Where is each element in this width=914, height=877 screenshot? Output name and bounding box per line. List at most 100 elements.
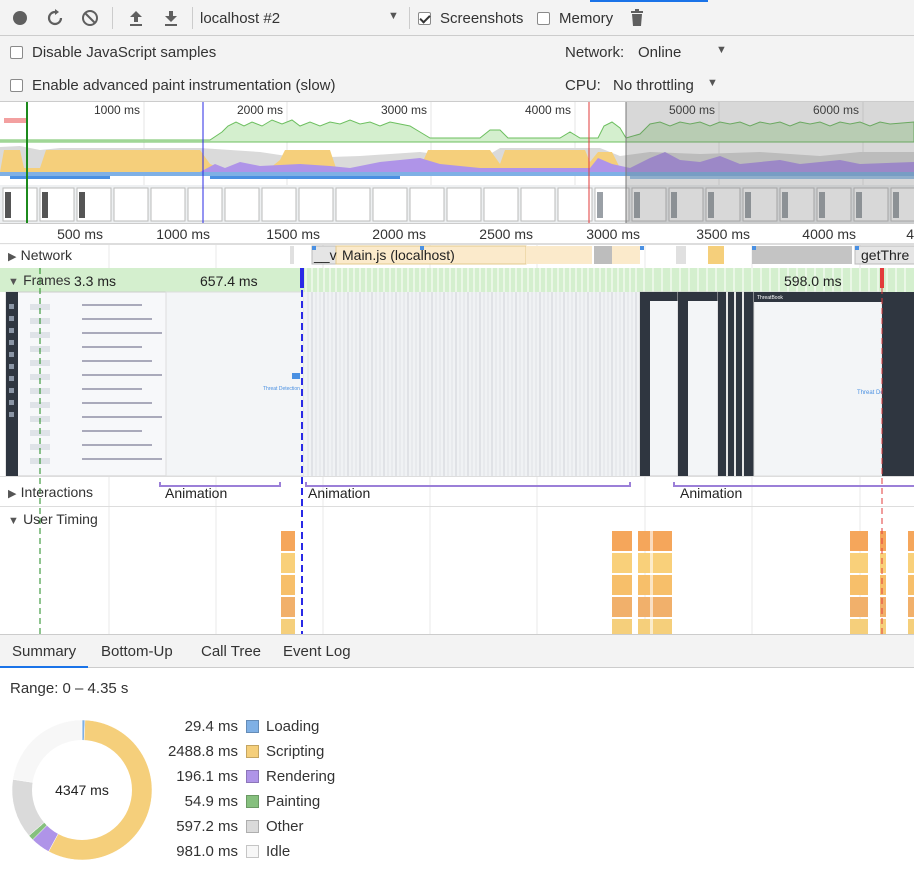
overview-tick: 3000 ms <box>381 103 427 117</box>
tab-event-log[interactable]: Event Log <box>283 643 351 660</box>
network-throttle-value: Online <box>638 44 682 61</box>
screenshots-checkbox[interactable] <box>418 12 431 25</box>
chevron-down-icon: ▼ <box>716 44 727 56</box>
tab-summary-label: Summary <box>12 643 77 660</box>
legend-swatch <box>246 770 259 783</box>
user-timing-entry <box>612 531 632 551</box>
frames-track-label: Frames <box>23 272 71 288</box>
target-select[interactable]: localhost #2 ▼ <box>200 10 400 27</box>
ruler-tick: 500 ms <box>57 226 103 242</box>
legend-swatch <box>246 820 259 833</box>
disable-js-samples-checkbox[interactable] <box>10 46 23 59</box>
network-request-label: getThre <box>861 247 909 263</box>
frames-screenshots: Threat Detection ThreatBook Threat De <box>0 291 914 477</box>
overview-tick: 4000 ms <box>525 103 571 117</box>
timeline-overview[interactable]: 1000 ms 2000 ms 3000 ms 4000 ms 5000 ms … <box>0 102 914 224</box>
toolbar-separator <box>192 7 193 29</box>
user-timing-entry <box>281 597 295 617</box>
legend-value: 29.4 ms <box>184 718 238 735</box>
user-timing-entry <box>638 553 672 573</box>
legend-swatch <box>246 845 259 858</box>
ruler-tick: 3500 ms <box>696 226 750 242</box>
chevron-down-icon: ▼ <box>388 10 399 22</box>
summary-range: Range: 0 – 4.35 s <box>10 680 129 697</box>
interaction-label: Animation <box>308 485 370 501</box>
reload-icon <box>47 9 63 26</box>
filmstrip-thumbnail <box>298 187 334 222</box>
record-icon <box>13 11 27 25</box>
tab-call-tree[interactable]: Call Tree <box>201 643 261 660</box>
user-timing-entry <box>880 619 886 634</box>
summary-total: 4347 ms <box>55 782 109 798</box>
flame-chart-tracks[interactable]: __v Main.js (localhost) getThre 3.3 ms 6… <box>0 244 914 634</box>
timeline-ruler: 500 ms 1000 ms 1500 ms 2000 ms 2500 ms 3… <box>0 224 914 244</box>
screenshot-caption: Threat Detection <box>263 386 300 392</box>
interactions-track-label: Interactions <box>20 484 94 500</box>
garbage-collect-button[interactable] <box>627 8 647 28</box>
toolbar-separator <box>409 7 410 29</box>
record-button[interactable] <box>10 8 30 28</box>
frame-duration-label: 598.0 ms <box>784 273 842 289</box>
filmstrip-thumbnail <box>446 187 482 222</box>
user-timing-entry <box>281 575 295 595</box>
details-tab-bar: Summary Bottom-Up Call Tree Event Log <box>0 634 914 668</box>
overview-tick: 1000 ms <box>94 103 140 117</box>
legend-label: Other <box>266 818 304 835</box>
legend-label: Rendering <box>266 768 336 785</box>
load-profile-button[interactable] <box>126 8 146 28</box>
legend-value: 2488.8 ms <box>167 743 238 760</box>
legend-swatch <box>246 745 259 758</box>
chevron-down-icon: ▼ <box>8 515 19 527</box>
legend-value: 981.0 ms <box>176 843 238 860</box>
filmstrip-thumbnail <box>520 187 556 222</box>
capture-settings-pane: Disable JavaScript samples Enable advanc… <box>0 36 914 102</box>
network-throttle-label: Network: <box>565 44 625 61</box>
enable-paint-checkbox[interactable] <box>10 79 23 92</box>
trash-icon <box>631 9 643 26</box>
tab-call-tree-label: Call Tree <box>201 643 262 660</box>
ruler-tick: 1000 ms <box>156 226 210 242</box>
legend-label: Loading <box>266 718 320 735</box>
interaction-label: Animation <box>680 485 742 501</box>
clear-button[interactable] <box>80 8 100 28</box>
filmstrip-thumbnail <box>483 187 519 222</box>
user-timing-entry <box>281 619 295 634</box>
toolbar-separator <box>112 7 113 29</box>
tab-summary[interactable]: Summary <box>12 643 76 660</box>
ruler-tick: 1500 ms <box>266 226 320 242</box>
user-timing-entry <box>880 575 886 595</box>
user-timing-entry <box>850 575 868 595</box>
reload-record-button[interactable] <box>45 8 65 28</box>
network-track-header[interactable]: ▶ Network <box>0 244 80 266</box>
screenshot-app-badge: ThreatBook <box>757 295 783 301</box>
upload-icon <box>130 11 142 26</box>
download-icon <box>165 11 177 26</box>
user-timing-entry <box>638 575 672 595</box>
legend-swatch <box>246 720 259 733</box>
target-select-value: localhost #2 <box>200 10 281 27</box>
filmstrip-thumbnail <box>335 187 371 222</box>
frame-duration-label: 3.3 ms <box>74 273 116 289</box>
user-timing-track-header[interactable]: ▼ User Timing <box>0 511 98 531</box>
frames-track-header[interactable]: ▼ Frames <box>0 270 72 290</box>
tab-bottom-up-label: Bottom-Up <box>101 643 173 660</box>
save-profile-button[interactable] <box>161 8 181 28</box>
network-track-label: Network <box>20 247 72 263</box>
ruler-tick: 4000 ms <box>802 226 856 242</box>
tab-bottom-up[interactable]: Bottom-Up <box>101 643 173 660</box>
filmstrip-thumbnail <box>557 187 593 222</box>
legend-label: Painting <box>266 793 321 810</box>
user-timing-entry <box>612 575 632 595</box>
network-throttle-select[interactable]: Online ▼ <box>638 44 728 61</box>
memory-checkbox[interactable] <box>537 12 550 25</box>
user-timing-entry <box>908 597 914 617</box>
user-timing-entry <box>612 597 632 617</box>
user-timing-entry <box>908 531 914 551</box>
performance-toolbar: localhost #2 ▼ Screenshots Memory <box>0 0 914 36</box>
overview-graph: 1000 ms 2000 ms 3000 ms 4000 ms 5000 ms … <box>0 102 914 223</box>
interactions-track-header[interactable]: ▶ Interactions <box>0 484 93 504</box>
user-timing-entry <box>281 531 295 551</box>
toolbar-progress-indicator <box>590 0 708 2</box>
user-timing-entry <box>850 619 868 634</box>
cpu-throttle-select[interactable]: No throttling ▼ <box>613 77 723 94</box>
